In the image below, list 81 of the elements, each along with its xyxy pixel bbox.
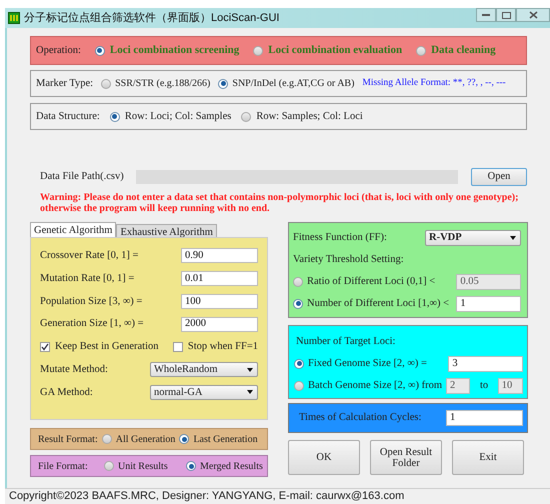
input-field[interactable]: 10 <box>498 378 523 394</box>
field-label: Population Size [3, ∞) = <box>40 294 144 308</box>
input-field[interactable]: 2 <box>446 378 470 394</box>
radio-button[interactable] <box>293 276 303 287</box>
input-field[interactable]: 1 <box>456 296 521 312</box>
input-field[interactable]: 0.90 <box>181 248 258 264</box>
caret-icon <box>247 368 253 372</box>
radio-button[interactable] <box>293 298 303 309</box>
warning-text: Warning: Please do not enter a data set that contains non-polymorphic loci (that is, loci with only one genotype); otherwise the program will keep running with no end. <box>39 192 520 214</box>
action-button[interactable]: Exit <box>452 440 524 475</box>
caret-icon <box>247 390 253 394</box>
maximize-button[interactable] <box>496 8 516 22</box>
dropdown[interactable]: normal-GA <box>150 384 258 400</box>
minimize-button[interactable] <box>476 8 496 22</box>
field-label: to <box>478 378 490 393</box>
group-label: File Format: <box>38 460 89 474</box>
field-label: Data File Path(.csv) <box>40 170 125 184</box>
caret-icon <box>510 236 516 240</box>
radio-button[interactable] <box>253 46 264 56</box>
note-text: Missing Allele Format: **, ??, , --, --- <box>362 77 506 90</box>
option-label[interactable]: SNP/InDel (e.g.AT,CG or AB) <box>232 76 354 91</box>
field-label: Generation Size [1, ∞) = <box>40 317 144 332</box>
radio-button[interactable] <box>179 434 190 444</box>
section-label: Number of Target Loci: <box>295 335 396 349</box>
input-field[interactable]: 3 <box>448 356 523 372</box>
status-text: Copyright©2023 BAAFS.MRC, Designer: YANGYANG, E-mail: caurwx@163.com <box>9 489 404 504</box>
option-label[interactable]: Last Generation <box>193 432 258 446</box>
option-label[interactable]: Number of Different Loci [1,∞) < <box>307 296 452 312</box>
option-label[interactable]: Fixed Genome Size [2, ∞) = <box>308 356 444 372</box>
window-title: 分子标记位点组合筛选软件（界面版）LociScan-GUI <box>24 10 280 26</box>
option-label[interactable]: Batch Genome Size [2, ∞) from <box>308 378 442 394</box>
close-icon <box>528 11 538 19</box>
option-label[interactable]: All Generation <box>116 432 176 446</box>
group-label: Data Structure: <box>36 110 100 124</box>
field-label: Mutate Method: <box>40 362 109 377</box>
radio-button[interactable] <box>218 78 228 88</box>
minimize-icon <box>482 13 490 17</box>
checkbox-label[interactable]: Keep Best in Generation <box>55 339 159 355</box>
field-label: GA Method: <box>40 386 94 400</box>
input-field[interactable]: 2000 <box>181 316 258 332</box>
tab[interactable]: Genetic Algorithm <box>30 222 116 237</box>
radio-button[interactable] <box>94 46 105 56</box>
option-label[interactable]: Unit Results <box>118 458 168 474</box>
group-label: Result Format: <box>38 432 98 446</box>
radio-button[interactable] <box>102 434 112 444</box>
field-label: Times of Calculation Cycles: <box>299 411 422 426</box>
option-label[interactable]: SSR/STR (e.g.188/266) <box>115 76 210 91</box>
radio-button[interactable] <box>104 461 114 471</box>
field-label: Crossover Rate [0, 1] = <box>40 249 140 263</box>
radio-button[interactable] <box>110 112 120 122</box>
dropdown[interactable]: WholeRandom <box>150 362 258 378</box>
close-button[interactable] <box>516 8 550 22</box>
radio-button[interactable] <box>294 380 304 391</box>
radio-button[interactable] <box>186 461 196 471</box>
option-label[interactable]: Ratio of Different Loci (0,1] < <box>307 274 452 290</box>
group-label: Operation: <box>36 44 81 58</box>
input-field[interactable]: 0.05 <box>456 274 521 290</box>
input-field[interactable]: 100 <box>181 294 258 309</box>
radio-button[interactable] <box>416 46 426 56</box>
option-label[interactable]: Row: Samples; Col: Loci <box>256 108 363 124</box>
group-label: Marker Type: <box>36 76 94 91</box>
input-field[interactable]: 1 <box>446 410 523 426</box>
action-button[interactable]: OK <box>288 440 360 475</box>
checkbox[interactable] <box>172 342 183 352</box>
option-label[interactable]: Merged Results <box>200 458 263 474</box>
maximize-icon <box>502 12 510 18</box>
radio-button[interactable] <box>241 112 252 122</box>
field-label: Mutation Rate [0, 1] = <box>40 272 136 286</box>
dropdown[interactable]: R-VDP <box>425 230 521 246</box>
radio-button[interactable] <box>294 358 304 369</box>
section-label: Variety Threshold Setting: <box>293 253 405 267</box>
option-label[interactable]: Row: Loci; Col: Samples <box>124 108 232 124</box>
checkbox-label[interactable]: Stop when FF=1 <box>188 339 258 355</box>
action-button[interactable]: Open Result Folder <box>370 440 442 475</box>
radio-button[interactable] <box>101 78 112 88</box>
app-icon <box>8 12 20 24</box>
tab[interactable]: Exhaustive Algorithm <box>116 224 217 237</box>
checkbox[interactable] <box>40 342 50 352</box>
open-button[interactable]: Open <box>471 168 527 186</box>
field-label: Fitness Function (FF): <box>293 231 388 246</box>
input-field[interactable]: 0.01 <box>181 271 258 286</box>
